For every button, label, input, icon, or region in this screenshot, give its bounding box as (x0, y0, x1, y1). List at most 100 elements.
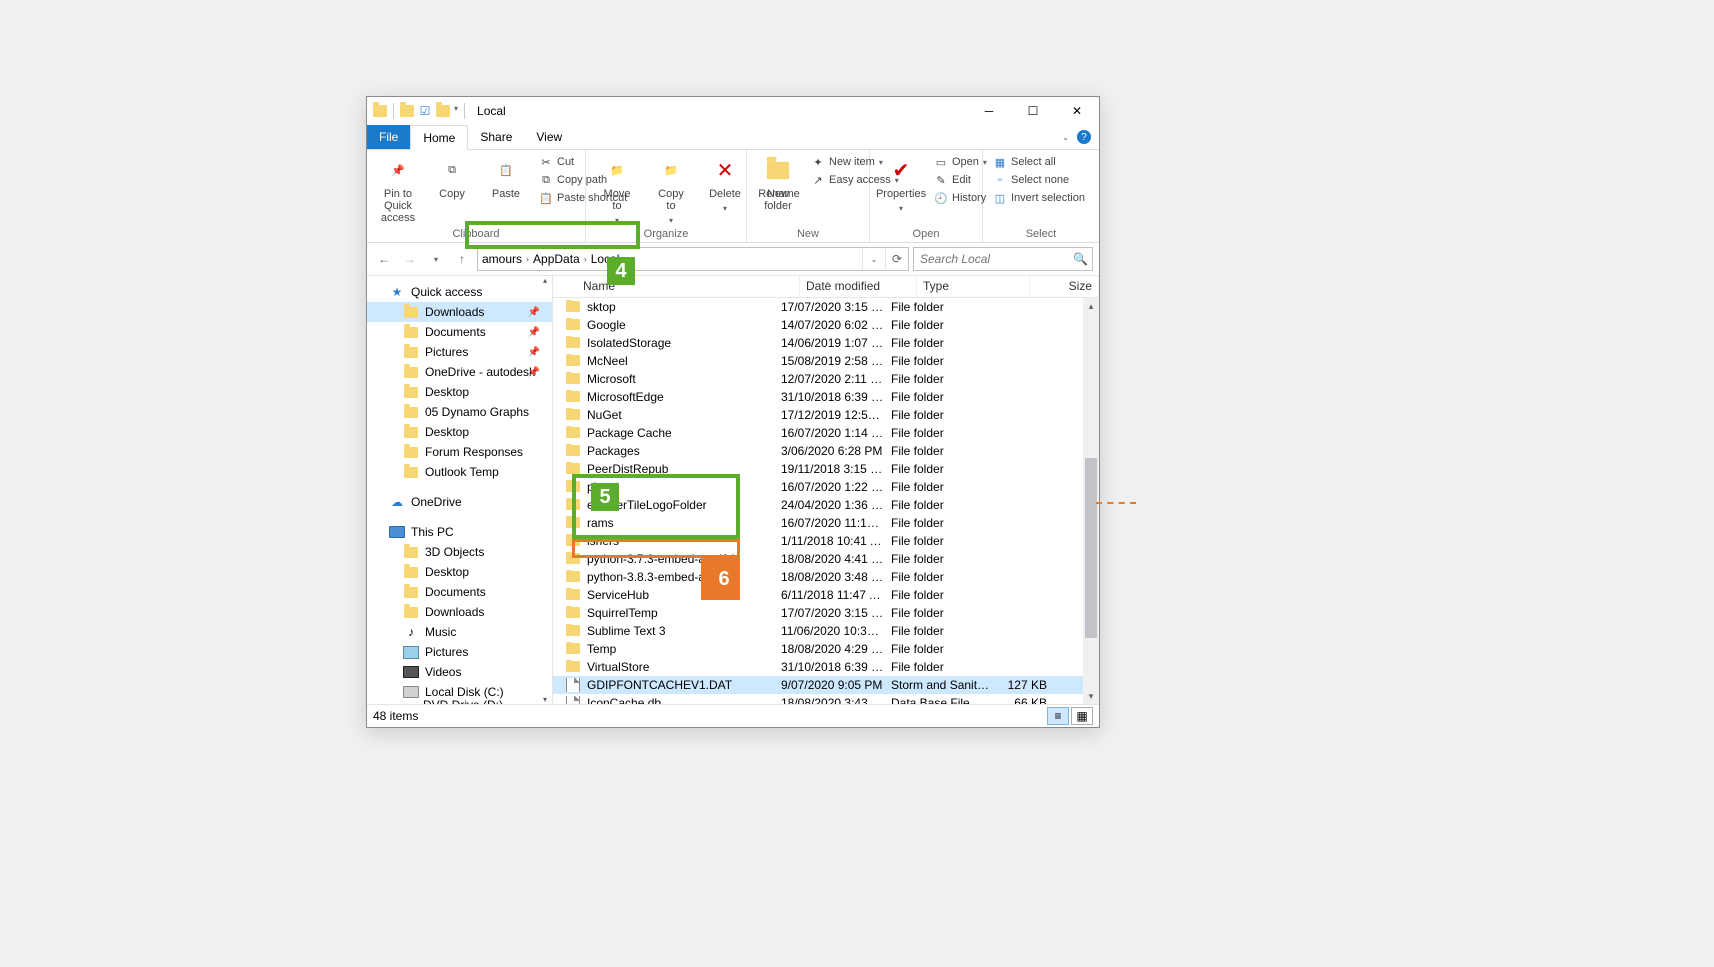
group-new-label: New (747, 228, 869, 242)
tree-item[interactable]: Downloads📌 (367, 302, 552, 322)
select-all-button[interactable]: ▦Select all (991, 154, 1087, 170)
scrollbar[interactable]: ▴ ▾ (1083, 298, 1099, 704)
tree-item[interactable]: Pictures (367, 642, 552, 662)
tree-quick-access[interactable]: ★Quick access (367, 282, 552, 302)
table-row[interactable]: IconCache.db18/08/2020 3:43 PMData Base … (553, 694, 1099, 704)
table-row[interactable]: Google14/07/2020 6:02 PMFile folder (553, 316, 1099, 334)
qa-dropdown-icon[interactable]: ▾ (454, 104, 458, 118)
tree-item[interactable]: Desktop (367, 562, 552, 582)
tree-item[interactable]: 05 Dynamo Graphs (367, 402, 552, 422)
table-row[interactable]: python-3.7.3-embed-amd6418/08/2020 4:41 … (553, 550, 1099, 568)
copy-to-button[interactable]: 📁Copy to▾ (646, 154, 696, 227)
back-button[interactable]: ← (373, 248, 395, 270)
properties-button[interactable]: ✔Properties▾ (876, 154, 926, 215)
col-name[interactable]: Nameˆ (553, 276, 800, 297)
up-button[interactable]: ↑ (451, 248, 473, 270)
table-row[interactable]: PeerDistRepub19/11/2018 3:15 PMFile fold… (553, 460, 1099, 478)
tree-item[interactable]: Desktop (367, 422, 552, 442)
tab-file[interactable]: File (367, 125, 410, 149)
crumb-amours[interactable]: amours (478, 252, 526, 266)
file-list: Nameˆ Date modified Type Size sktop17/07… (553, 276, 1099, 704)
help-icon[interactable]: ? (1077, 130, 1091, 144)
table-row[interactable]: Temp18/08/2020 4:29 PMFile folder (553, 640, 1099, 658)
folder-icon (565, 570, 581, 584)
tree-this-pc[interactable]: This PC (367, 522, 552, 542)
search-box[interactable]: 🔍 (913, 247, 1093, 271)
tree-onedrive[interactable]: ☁OneDrive (367, 492, 552, 512)
table-row[interactable]: Microsoft12/07/2020 2:11 PMFile folder (553, 370, 1099, 388)
table-row[interactable]: MicrosoftEdge31/10/2018 6:39 PMFile fold… (553, 388, 1099, 406)
tree-item[interactable]: Documents📌 (367, 322, 552, 342)
details-view-button[interactable]: ≡ (1047, 707, 1069, 725)
tree-item[interactable]: DVD Drive (D:) Parallels Tools (367, 702, 552, 704)
scroll-down-button[interactable]: ▾ (1083, 688, 1099, 704)
qa-customize-icon[interactable] (436, 104, 450, 118)
tree-item[interactable]: OneDrive - autodesk📌 (367, 362, 552, 382)
table-row[interactable]: McNeel15/08/2019 2:58 PMFile folder (553, 352, 1099, 370)
copy-button[interactable]: ⧉ Copy (427, 154, 477, 202)
col-size[interactable]: Size (1030, 276, 1099, 297)
table-row[interactable]: pip16/07/2020 1:22 PMFile folder (553, 478, 1099, 496)
maximize-button[interactable]: ☐ (1011, 97, 1055, 125)
table-row[interactable]: Packages3/06/2020 6:28 PMFile folder (553, 442, 1099, 460)
tree-item[interactable]: Forum Responses (367, 442, 552, 462)
table-row[interactable]: NuGet17/12/2019 12:52 ...File folder (553, 406, 1099, 424)
tab-home[interactable]: Home (410, 125, 468, 150)
recent-locations-button[interactable]: ▾ (425, 248, 447, 270)
tree-item[interactable]: Videos (367, 662, 552, 682)
table-row[interactable]: ServiceHub6/11/2018 11:47 AMFile folder (553, 586, 1099, 604)
open-button[interactable]: ▭Open ▾ (932, 154, 989, 170)
tree-item[interactable]: ♪Music (367, 622, 552, 642)
table-row[interactable]: sktop17/07/2020 3:15 PMFile folder (553, 298, 1099, 316)
delete-button[interactable]: ✕Delete▾ (700, 154, 750, 215)
table-row[interactable]: Sublime Text 311/06/2020 10:31 ...File f… (553, 622, 1099, 640)
history-button[interactable]: 🕘History (932, 190, 989, 206)
copyto-icon: 📁 (657, 156, 685, 184)
folder-icon (403, 445, 419, 459)
table-row[interactable]: VirtualStore31/10/2018 6:39 PMFile folde… (553, 658, 1099, 676)
folder-icon (565, 390, 581, 404)
move-to-button[interactable]: 📁Move to▾ (592, 154, 642, 227)
col-type[interactable]: Type (917, 276, 1030, 297)
pin-quick-access-button[interactable]: 📌 Pin to Quick access (373, 154, 423, 226)
qa-newfolder-icon[interactable]: ☑ (418, 104, 432, 118)
scroll-thumb[interactable] (1085, 458, 1097, 638)
search-input[interactable] (918, 251, 1088, 267)
address-bar[interactable]: amours› AppData› Local ⌄ ⟳ (477, 247, 909, 271)
refresh-button[interactable]: ⟳ (885, 248, 908, 270)
table-row[interactable]: eholderTileLogoFolder24/04/2020 1:36 PMF… (553, 496, 1099, 514)
table-row[interactable]: SquirrelTemp17/07/2020 3:15 PMFile folde… (553, 604, 1099, 622)
col-date[interactable]: Date modified (800, 276, 917, 297)
select-none-button[interactable]: ▫Select none (991, 172, 1087, 188)
collapse-ribbon-icon[interactable]: ⌄ (1062, 133, 1069, 142)
crumb-appdata[interactable]: AppData (529, 252, 584, 266)
table-row[interactable]: Package Cache16/07/2020 1:14 PMFile fold… (553, 424, 1099, 442)
tab-share[interactable]: Share (468, 125, 524, 149)
tree-item[interactable]: 3D Objects (367, 542, 552, 562)
close-button[interactable]: ✕ (1055, 97, 1099, 125)
table-row[interactable]: IsolatedStorage14/06/2019 1:07 PMFile fo… (553, 334, 1099, 352)
large-icons-view-button[interactable]: ▦ (1071, 707, 1093, 725)
forward-button[interactable]: → (399, 248, 421, 270)
folder-icon (565, 300, 581, 314)
history-icon: 🕘 (934, 191, 948, 205)
new-folder-button[interactable]: New folder (753, 154, 803, 214)
edit-button[interactable]: ✎Edit (932, 172, 989, 188)
tree-item[interactable]: Outlook Temp (367, 462, 552, 482)
tab-view[interactable]: View (524, 125, 574, 149)
qa-properties-icon[interactable] (400, 104, 414, 118)
tree-item[interactable]: Downloads (367, 602, 552, 622)
minimize-button[interactable]: ─ (967, 97, 1011, 125)
table-row[interactable]: ishers1/11/2018 10:41 AMFile folder (553, 532, 1099, 550)
table-row[interactable]: python-3.8.3-embed-amd6418/08/2020 3:48 … (553, 568, 1099, 586)
crumb-local[interactable]: Local (587, 252, 624, 266)
tree-item[interactable]: Desktop (367, 382, 552, 402)
address-history-button[interactable]: ⌄ (862, 248, 885, 270)
tree-item[interactable]: Pictures📌 (367, 342, 552, 362)
scroll-up-button[interactable]: ▴ (1083, 298, 1099, 314)
tree-item[interactable]: Documents (367, 582, 552, 602)
table-row[interactable]: rams16/07/2020 11:16 ...File folder (553, 514, 1099, 532)
invert-selection-button[interactable]: ◫Invert selection (991, 190, 1087, 206)
table-row[interactable]: GDIPFONTCACHEV1.DAT9/07/2020 9:05 PMStor… (553, 676, 1099, 694)
paste-button[interactable]: 📋 Paste (481, 154, 531, 202)
